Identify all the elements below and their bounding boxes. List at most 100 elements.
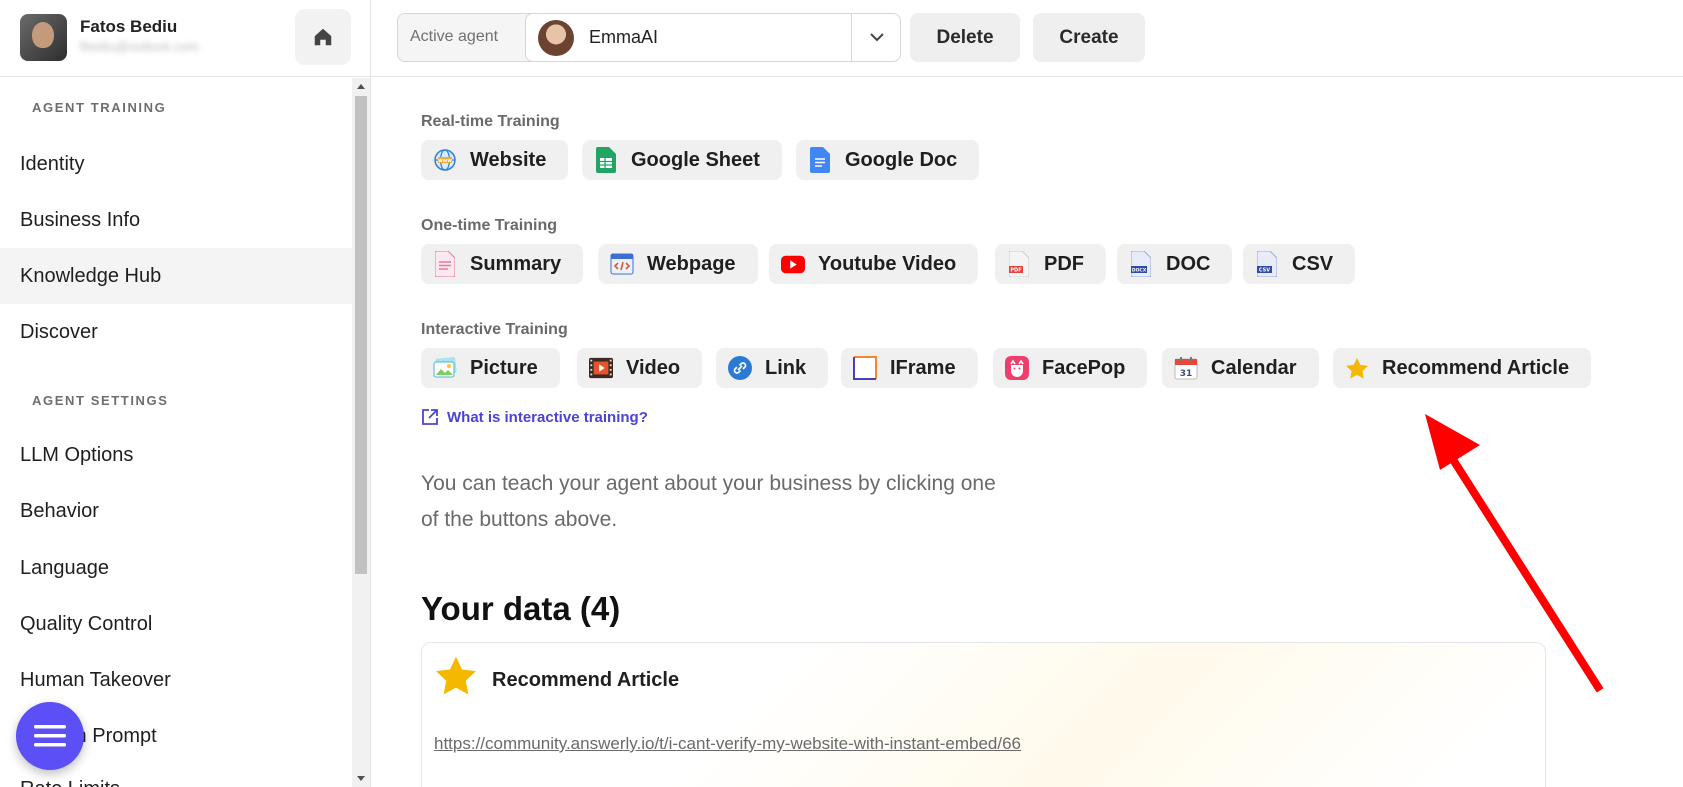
summary-doc-icon	[433, 251, 457, 277]
iframe-training-button[interactable]: IFrame	[841, 348, 978, 388]
film-icon	[589, 356, 613, 380]
facepop-icon	[1005, 356, 1029, 380]
pdf-training-button[interactable]: PDF PDF	[995, 244, 1106, 284]
home-button[interactable]	[295, 9, 351, 65]
csv-training-button[interactable]: CSV CSV	[1243, 244, 1356, 284]
realtime-training-title: Real-time Training	[421, 113, 560, 130]
youtube-label: Youtube Video	[818, 252, 957, 275]
calendar-icon: 31	[1174, 356, 1198, 380]
picture-training-button[interactable]: Picture	[421, 348, 560, 388]
menu-fab-button[interactable]	[16, 702, 84, 770]
dropdown-toggle[interactable]	[851, 14, 901, 61]
picture-label: Picture	[470, 356, 538, 379]
knowledge-hub-panel: Real-time Training www Website Google Sh…	[371, 78, 1683, 787]
scroll-up-arrow-icon[interactable]	[357, 84, 365, 89]
google-doc-training-button[interactable]: Google Doc	[796, 140, 980, 180]
google-sheet-label: Google Sheet	[631, 148, 760, 171]
help-link-label: What is interactive training?	[447, 408, 648, 426]
interactive-training-help-link[interactable]: What is interactive training?	[421, 408, 648, 426]
your-data-heading: Your data (4)	[421, 590, 621, 627]
picture-icon	[433, 356, 457, 380]
delete-button[interactable]: Delete	[910, 13, 1020, 62]
recommend-article-training-button[interactable]: Recommend Article	[1333, 348, 1592, 388]
home-icon	[314, 28, 332, 46]
sidebar-item-identity[interactable]: Identity	[0, 136, 352, 192]
summary-label: Summary	[470, 252, 562, 275]
svg-text:www: www	[438, 158, 452, 164]
intro-text: You can teach your agent about your busi…	[421, 472, 996, 531]
google-doc-label: Google Doc	[845, 148, 958, 171]
user-avatar[interactable]	[20, 14, 67, 61]
youtube-icon	[781, 252, 805, 276]
link-training-button[interactable]: Link	[716, 348, 829, 388]
doc-label: DOC	[1166, 252, 1211, 275]
svg-text:PDF: PDF	[1010, 268, 1021, 274]
scroll-down-arrow-icon[interactable]	[357, 776, 365, 781]
youtube-training-button[interactable]: Youtube Video	[769, 244, 979, 284]
sidebar-nav: AGENT TRAINING Identity Business Info Kn…	[0, 78, 352, 787]
data-item-title: Recommend Article	[492, 669, 680, 691]
google-doc-icon	[808, 147, 832, 173]
iframe-label: IFrame	[890, 356, 956, 379]
agent-name: EmmaAI	[589, 27, 659, 47]
sidebar-item-quality-control[interactable]: Quality Control	[0, 596, 352, 652]
agent-avatar	[538, 20, 574, 56]
chevron-down-icon	[869, 33, 884, 42]
webpage-training-button[interactable]: Webpage	[598, 244, 758, 284]
sidebar-item-behavior[interactable]: Behavior	[0, 483, 352, 539]
app-window: Fatos Bediu fbediu@outlook.com AGENT TRA…	[0, 0, 1683, 787]
user-profile: Fatos Bediu fbediu@outlook.com	[0, 0, 371, 77]
sidebar-item-llm-options[interactable]: LLM Options	[0, 427, 352, 483]
section-title-agent-training: AGENT TRAINING	[32, 100, 167, 115]
docx-file-icon: DOCX	[1129, 251, 1153, 277]
video-label: Video	[626, 356, 681, 379]
summary-training-button[interactable]: Summary	[421, 244, 584, 284]
link-label: Link	[765, 356, 807, 379]
data-item-card[interactable]: Recommend Article https://community.answ…	[421, 642, 1546, 787]
google-sheet-icon	[594, 147, 618, 173]
website-label: Website	[470, 148, 547, 171]
sidebar-item-discover[interactable]: Discover	[0, 304, 352, 360]
create-button[interactable]: Create	[1033, 13, 1145, 62]
csv-file-icon: CSV	[1255, 251, 1279, 277]
sidebar: Fatos Bediu fbediu@outlook.com AGENT TRA…	[0, 0, 371, 787]
google-sheet-training-button[interactable]: Google Sheet	[582, 140, 782, 180]
sidebar-item-language[interactable]: Language	[0, 540, 352, 596]
sidebar-item-knowledge-hub[interactable]: Knowledge Hub	[0, 248, 352, 304]
svg-text:31: 31	[1180, 369, 1193, 379]
globe-icon: www	[433, 148, 457, 172]
sidebar-item-human-takeover[interactable]: Human Takeover	[0, 652, 352, 708]
video-training-button[interactable]: Video	[577, 348, 703, 388]
data-item-url-link[interactable]: https://community.answerly.io/t/i-cant-v…	[434, 734, 1021, 754]
user-email: fbediu@outlook.com	[80, 39, 199, 54]
user-name: Fatos Bediu	[80, 17, 178, 36]
iframe-icon	[853, 356, 877, 380]
calendar-label: Calendar	[1211, 356, 1297, 379]
recommend-article-label: Recommend Article	[1382, 356, 1570, 379]
pdf-label: PDF	[1044, 252, 1084, 275]
active-agent-selector[interactable]: Active agent EmmaAI	[397, 13, 901, 62]
top-bar: Active agent EmmaAI Delete Create	[371, 0, 1683, 77]
svg-text:DOCX: DOCX	[1132, 268, 1147, 274]
facepop-training-button[interactable]: FacePop	[993, 348, 1148, 388]
pdf-file-icon: PDF	[1007, 251, 1031, 277]
agent-dropdown[interactable]: EmmaAI	[525, 13, 901, 62]
csv-label: CSV	[1292, 252, 1334, 275]
website-training-button[interactable]: www Website	[421, 140, 569, 180]
doc-training-button[interactable]: DOCX DOC	[1117, 244, 1233, 284]
onetime-training-title: One-time Training	[421, 217, 558, 234]
hamburger-menu-icon	[34, 725, 66, 747]
interactive-training-title: Interactive Training	[421, 321, 568, 338]
sidebar-scrollbar[interactable]	[352, 78, 370, 787]
webpage-code-icon	[610, 252, 634, 276]
section-title-agent-settings: AGENT SETTINGS	[32, 393, 169, 408]
star-icon	[436, 656, 476, 695]
active-agent-label: Active agent	[410, 28, 499, 45]
webpage-label: Webpage	[647, 252, 736, 275]
calendar-training-button[interactable]: 31 Calendar	[1162, 348, 1319, 388]
external-link-icon	[422, 409, 438, 425]
star-icon	[1345, 356, 1369, 380]
link-icon	[728, 356, 752, 380]
scroll-thumb[interactable]	[355, 96, 367, 574]
sidebar-item-business-info[interactable]: Business Info	[0, 192, 352, 248]
